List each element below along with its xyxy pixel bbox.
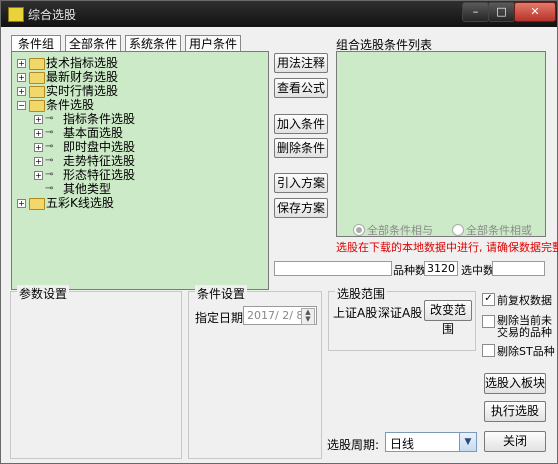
delete-condition-button[interactable]: 删除条件 [274,138,328,158]
expand-icon[interactable]: + [17,199,26,208]
maximize-button[interactable]: □ [488,2,515,22]
stock-screener-window: 综合选股 – □ ✕ 条件组 全部条件 系统条件 用户条件 + 技术指标选股 +… [0,0,558,464]
expand-icon[interactable]: + [17,73,26,82]
or-label: 全部条件相或 [466,224,532,237]
close-window-button[interactable]: ✕ [514,2,556,22]
period-select[interactable]: 日线 ▼ [385,432,477,452]
range-sz: 深证A股 [378,306,423,320]
usage-note-button[interactable]: 用法注释 [274,53,328,73]
key-icon: ⊸ [45,183,54,194]
tree-item-label: 其他类型 [63,182,112,196]
and-radio[interactable] [353,224,365,236]
folder-open-icon [29,100,45,112]
expand-icon[interactable]: + [34,129,43,138]
key-icon: ⊸ [45,169,54,180]
expand-icon[interactable]: + [34,171,43,180]
import-plan-button[interactable]: 引入方案 [274,173,328,193]
tree-item-label: 指标条件选股 [63,112,136,126]
tree-item-label: 条件选股 [46,98,95,112]
pre-adjust-label: 前复权数据 [497,294,552,307]
expand-icon[interactable]: + [17,59,26,68]
window-title: 综合选股 [28,8,77,22]
date-value: 2017/ 2/ 8 [247,309,304,322]
exclude-untraded-label-2: 交易的品种 [497,326,552,339]
date-spinner-icon[interactable]: ▲ ▼ [301,308,315,325]
params-title: 参数设置 [17,285,70,302]
selected-count-value [492,261,545,276]
period-value: 日线 [390,437,415,451]
expand-icon[interactable]: + [17,87,26,96]
date-label: 指定日期: [195,311,248,325]
save-plan-button[interactable]: 保存方案 [274,198,328,218]
expand-icon[interactable]: + [34,157,43,166]
tree-item-label: 即时盘中选股 [63,140,136,154]
close-button[interactable]: 关闭 [484,431,546,452]
tree-item-label: 形态特征选股 [63,168,136,182]
key-icon: ⊸ [45,141,54,152]
period-label: 选股周期: [327,438,380,452]
condition-settings-title: 条件设置 [195,285,248,302]
exclude-st-label: 剔除ST品种 [497,345,555,358]
date-input[interactable]: 2017/ 2/ 8 ▲ ▼ [243,306,317,325]
exclude-untraded-checkbox[interactable] [482,315,495,328]
stock-count-label: 品种数 [393,264,426,277]
params-group [10,291,182,459]
condition-list[interactable] [336,51,546,237]
expand-icon[interactable]: + [34,115,43,124]
selected-count-label: 选中数 [461,264,494,277]
pre-adjust-checkbox[interactable]: ✓ [482,293,495,306]
tree-item-label: 基本面选股 [63,126,124,140]
key-icon: ⊸ [45,127,54,138]
select-to-block-button[interactable]: 选股入板块 [484,373,546,394]
or-radio[interactable] [452,224,464,236]
title-bar[interactable]: 综合选股 – □ ✕ [1,1,557,27]
collapse-icon[interactable]: − [17,101,26,110]
expand-icon[interactable]: + [34,143,43,152]
folder-icon [29,72,45,84]
data-notice: 选股在下载的本地数据中进行, 请确保数据完整 [336,241,558,254]
tab-all-conditions[interactable]: 全部条件 [65,35,121,52]
app-icon [8,7,24,22]
tab-condition-group[interactable]: 条件组 [11,35,61,52]
client-area: 条件组 全部条件 系统条件 用户条件 + 技术指标选股 + 最新财务选股 + 实… [3,27,558,461]
tree-item-label: 技术指标选股 [46,56,119,70]
stock-count-value: 3120 [424,261,458,276]
range-sh: 上证A股 [333,306,378,320]
folder-icon [29,58,45,70]
key-icon: ⊸ [45,155,54,166]
execute-select-button[interactable]: 执行选股 [484,401,546,422]
tree-item-label: 最新财务选股 [46,70,119,84]
exclude-st-checkbox[interactable] [482,344,495,357]
tab-user-conditions[interactable]: 用户条件 [185,35,241,52]
and-label: 全部条件相与 [367,224,433,237]
view-formula-button[interactable]: 查看公式 [274,78,328,98]
folder-icon [29,198,45,210]
key-icon: ⊸ [45,113,54,124]
minimize-button[interactable]: – [462,2,489,22]
tree-item-label: 五彩K线选股 [46,196,114,210]
progress-field [274,261,392,276]
chevron-down-icon[interactable]: ▼ [459,433,476,451]
condition-tree[interactable]: + 技术指标选股 + 最新财务选股 + 实时行情选股 − 条件选股 + ⊸ 指标… [11,51,269,290]
tab-system-conditions[interactable]: 系统条件 [125,35,181,52]
tree-item-label: 实时行情选股 [46,84,119,98]
folder-icon [29,86,45,98]
add-condition-button[interactable]: 加入条件 [274,114,328,134]
range-title: 选股范围 [335,285,388,302]
change-range-button[interactable]: 改变范围 [424,300,472,336]
tree-item-label: 走势特征选股 [63,154,136,168]
